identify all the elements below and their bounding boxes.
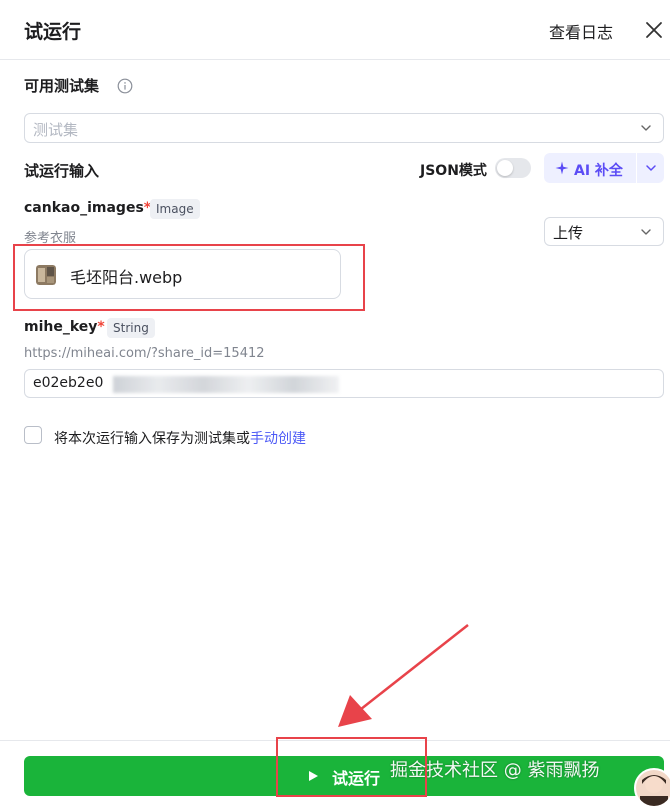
test-set-placeholder: 测试集 xyxy=(33,121,79,139)
input-value: e02eb2e0 xyxy=(33,375,104,391)
upload-label: 上传 xyxy=(553,224,584,242)
info-icon[interactable] xyxy=(117,78,133,94)
avatar xyxy=(634,768,670,808)
sparkle-icon xyxy=(555,161,569,175)
field-name-mihe-key: mihe_key* xyxy=(24,319,105,335)
run-input-label: 试运行输入 xyxy=(24,162,100,180)
panel-title: 试运行 xyxy=(24,21,82,43)
watermark-text: 掘金技术社区 @ 紫雨飘扬 xyxy=(390,760,600,781)
save-option-text: 将本次运行输入保存为测试集或手动创建 xyxy=(54,428,306,448)
view-log-button[interactable]: 查看日志 xyxy=(549,19,613,43)
ai-fill-button[interactable]: AI 补全 xyxy=(544,153,636,183)
json-mode-toggle[interactable] xyxy=(495,158,531,178)
required-mark: * xyxy=(97,319,105,335)
panel-header: 试运行 查看日志 xyxy=(0,0,670,60)
type-tag-image: Image xyxy=(150,199,200,219)
manual-create-link[interactable]: 手动创建 xyxy=(250,431,306,447)
upload-select[interactable]: 上传 xyxy=(544,217,664,246)
field-name-text: cankao_images xyxy=(24,200,144,216)
test-set-label: 可用测试集 xyxy=(24,77,100,95)
mihe-key-input[interactable]: e02eb2e0 xyxy=(24,369,664,398)
chevron-down-icon xyxy=(641,125,651,131)
field-name-text: mihe_key xyxy=(24,319,98,335)
annotation-arrow-icon xyxy=(338,624,469,727)
chevron-down-icon xyxy=(641,229,651,235)
redacted-blur xyxy=(113,376,339,393)
toggle-knob xyxy=(497,160,513,176)
close-icon[interactable] xyxy=(644,20,664,40)
json-mode-label: JSON模式 xyxy=(420,163,487,179)
save-as-test-set-checkbox[interactable] xyxy=(24,426,42,444)
test-set-select[interactable]: 测试集 xyxy=(24,113,664,143)
field-description: https://miheai.com/?share_id=15412 xyxy=(24,346,265,361)
annotation-highlight-box xyxy=(13,244,365,311)
type-tag-string: String xyxy=(107,318,155,338)
ai-fill-label: AI 补全 xyxy=(574,163,623,179)
chevron-down-icon xyxy=(646,165,656,171)
field-name-cankao-images: cankao_images* xyxy=(24,200,151,216)
save-option-label: 将本次运行输入保存为测试集或 xyxy=(54,431,250,447)
ai-fill-dropdown[interactable] xyxy=(637,153,664,183)
